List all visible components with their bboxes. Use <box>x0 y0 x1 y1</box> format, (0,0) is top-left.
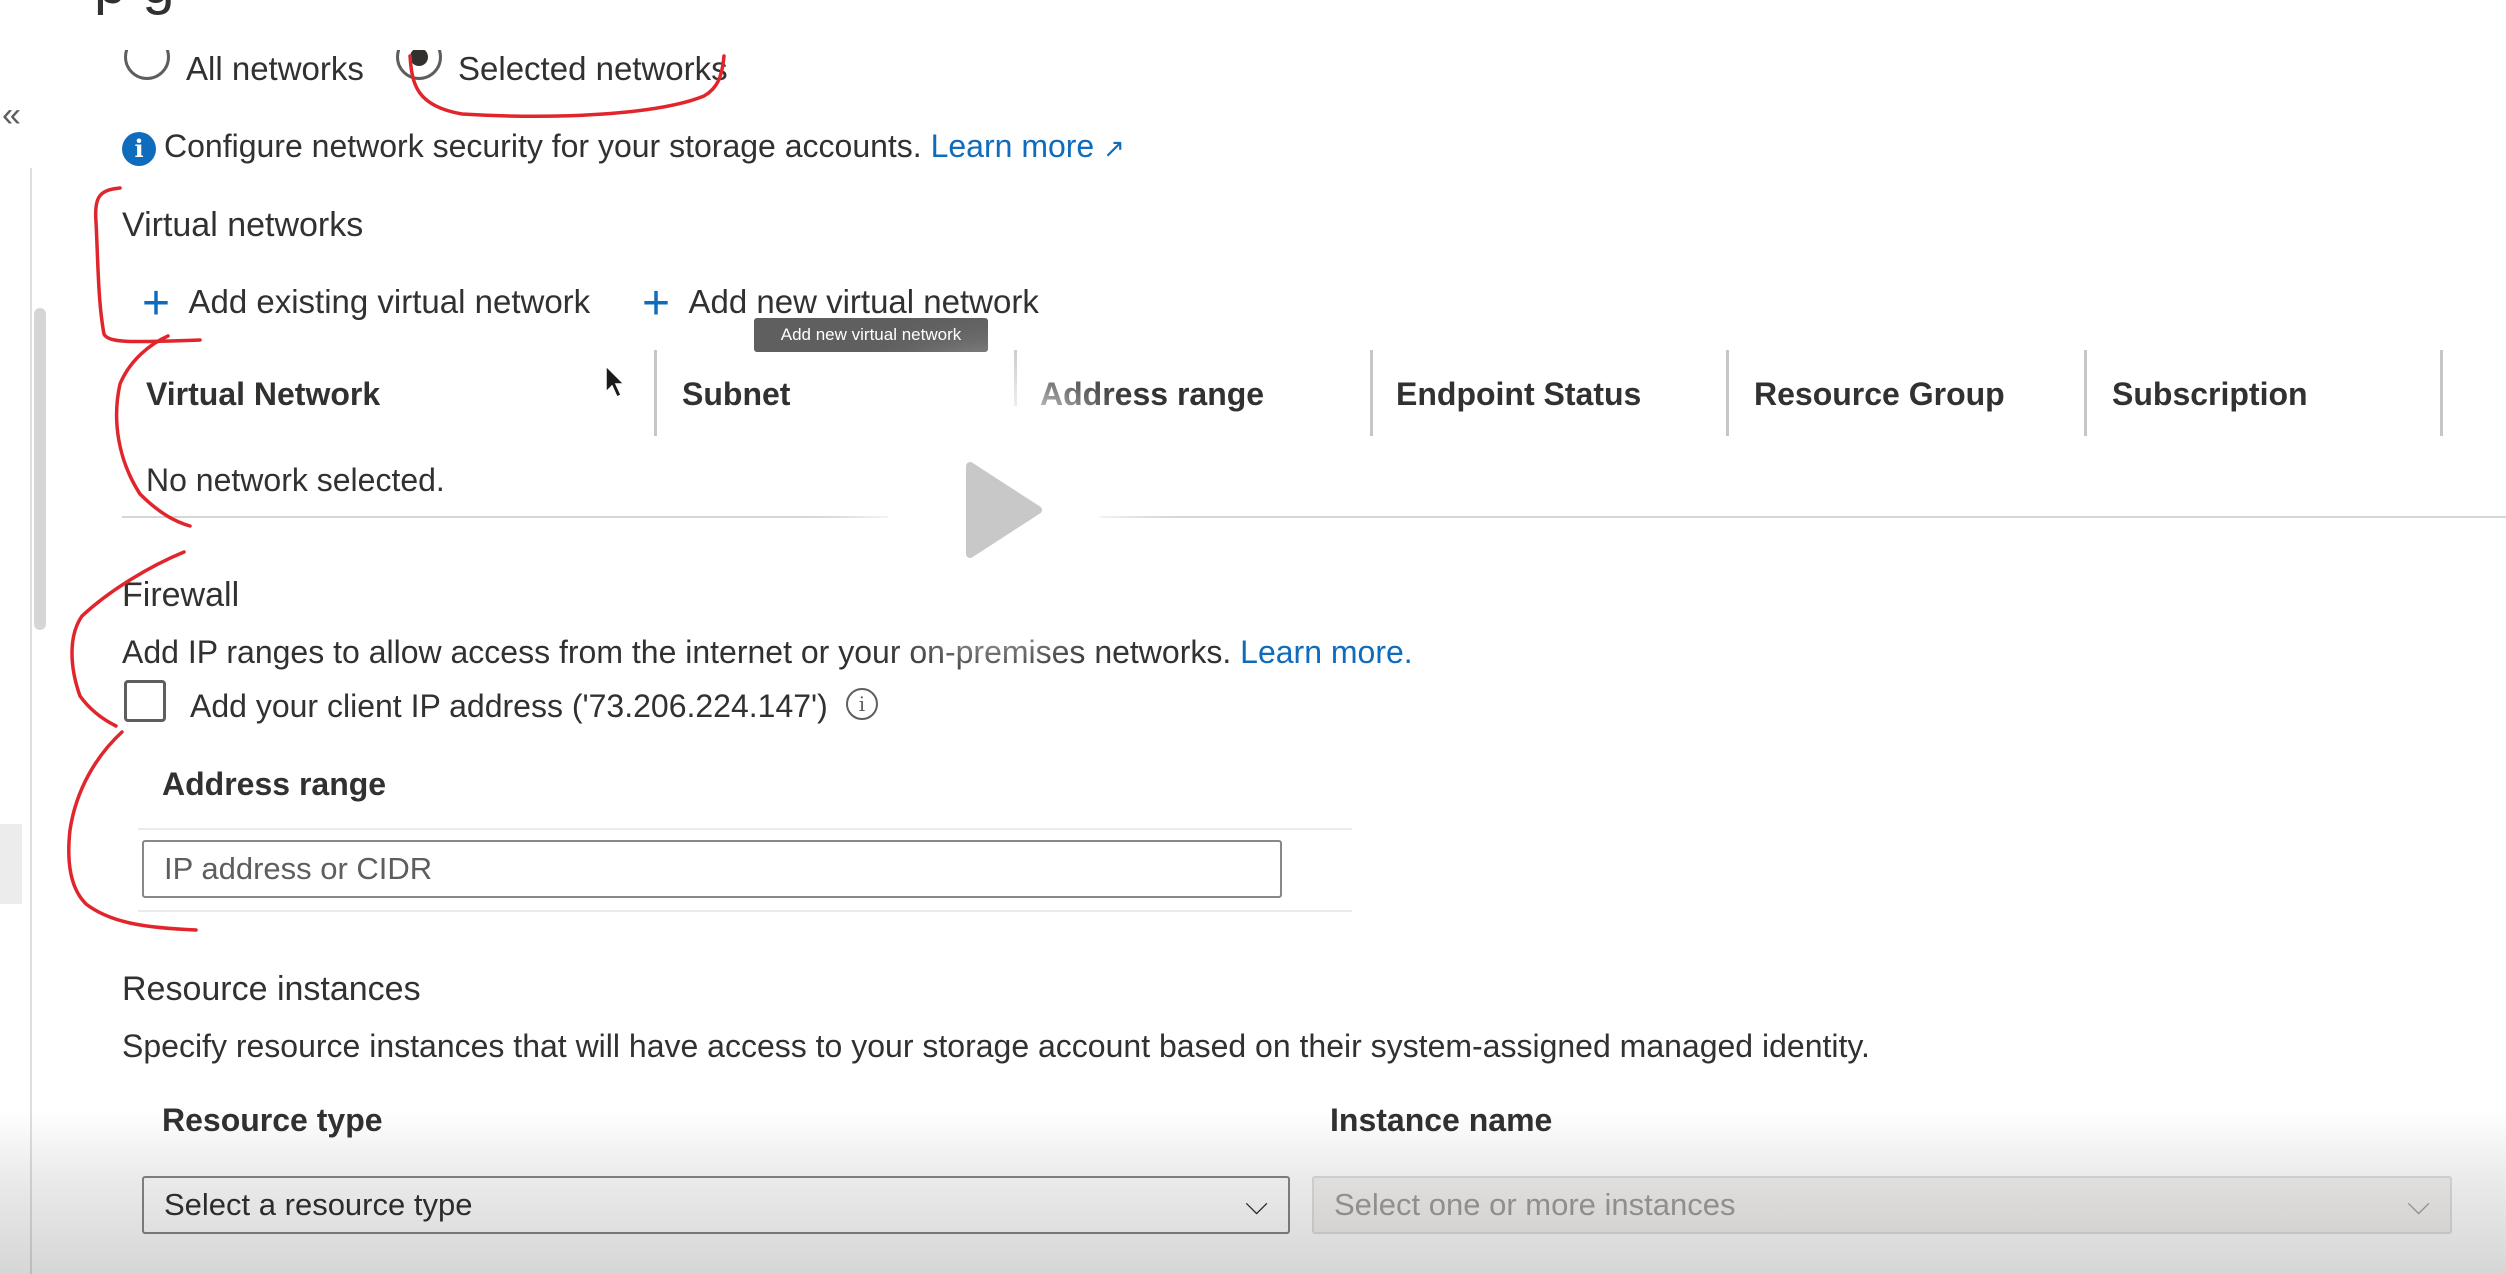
ip-address-placeholder: IP address or CIDR <box>164 851 433 886</box>
instance-name-header: Instance name <box>1330 1102 1553 1138</box>
table-bottom-border <box>122 516 2506 518</box>
play-icon <box>966 462 1042 558</box>
page-title-clipped: p g <box>94 0 175 17</box>
info-outline-icon[interactable]: i <box>846 688 878 720</box>
column-divider[interactable] <box>2440 350 2443 436</box>
info-icon: i <box>122 132 156 166</box>
chevron-down-icon: ⌵ <box>2407 1188 2430 1221</box>
resource-type-placeholder: Select a resource type <box>164 1187 473 1222</box>
plus-icon: + <box>142 277 171 330</box>
add-existing-vnet-label: Add existing virtual network <box>188 283 591 320</box>
firewall-learn-more-link[interactable]: Learn more. <box>1240 634 1413 670</box>
firewall-description: Add IP ranges to allow access from the i… <box>122 634 1232 670</box>
col-header-virtual-network[interactable]: Virtual Network <box>146 376 380 413</box>
resource-instances-title: Resource instances <box>122 970 421 1008</box>
collapse-menu-icon[interactable]: « <box>2 96 21 135</box>
grid-line <box>138 910 1352 912</box>
column-divider[interactable] <box>1370 350 1373 436</box>
empty-table-message: No network selected. <box>146 462 445 498</box>
external-link-icon[interactable]: ↗ <box>1103 133 1125 163</box>
info-text: Configure network security for your stor… <box>164 128 922 164</box>
rail-divider <box>30 168 32 1274</box>
nav-selected-indicator <box>0 824 22 904</box>
top-clip <box>60 0 2506 50</box>
resource-type-dropdown[interactable]: Select a resource type ⌵ <box>142 1176 1290 1234</box>
virtual-networks-title: Virtual networks <box>122 206 364 244</box>
add-new-vnet-label: Add new virtual network <box>688 283 1039 320</box>
scrollbar-thumb[interactable] <box>34 308 46 630</box>
col-header-subscription[interactable]: Subscription <box>2112 376 2308 413</box>
add-existing-vnet-button[interactable]: + Add existing virtual network <box>142 280 590 328</box>
resource-type-header: Resource type <box>162 1102 383 1138</box>
column-divider[interactable] <box>2084 350 2087 436</box>
address-range-header: Address range <box>162 766 387 802</box>
firewall-title: Firewall <box>122 576 240 614</box>
client-ip-checkbox[interactable] <box>124 680 166 722</box>
chevron-down-icon: ⌵ <box>1245 1188 1268 1221</box>
plus-icon: + <box>642 277 671 330</box>
tooltip: Add new virtual network <box>754 318 988 352</box>
grid-line <box>138 828 1352 830</box>
info-line: Configure network security for your stor… <box>164 128 1125 165</box>
radio-selected-dot <box>410 48 428 66</box>
column-divider[interactable] <box>654 350 657 436</box>
client-ip-label: Add your client IP address ('73.206.224.… <box>190 688 828 724</box>
col-header-subnet[interactable]: Subnet <box>682 376 790 413</box>
learn-more-link[interactable]: Learn more <box>931 128 1095 164</box>
col-header-endpoint-status[interactable]: Endpoint Status <box>1396 376 1641 413</box>
instances-placeholder: Select one or more instances <box>1334 1187 1736 1222</box>
radio-selected-networks-label: Selected networks <box>458 50 728 87</box>
ip-address-input[interactable]: IP address or CIDR <box>142 840 1282 898</box>
left-rail <box>0 0 46 1274</box>
play-button[interactable] <box>888 404 1100 616</box>
firewall-description-line: Add IP ranges to allow access from the i… <box>122 634 1413 671</box>
resource-instances-description: Specify resource instances that will hav… <box>122 1028 1870 1064</box>
column-divider[interactable] <box>1726 350 1729 436</box>
instances-dropdown[interactable]: Select one or more instances ⌵ <box>1312 1176 2452 1234</box>
col-header-resource-group[interactable]: Resource Group <box>1754 376 2005 413</box>
radio-all-networks-label: All networks <box>186 50 364 87</box>
